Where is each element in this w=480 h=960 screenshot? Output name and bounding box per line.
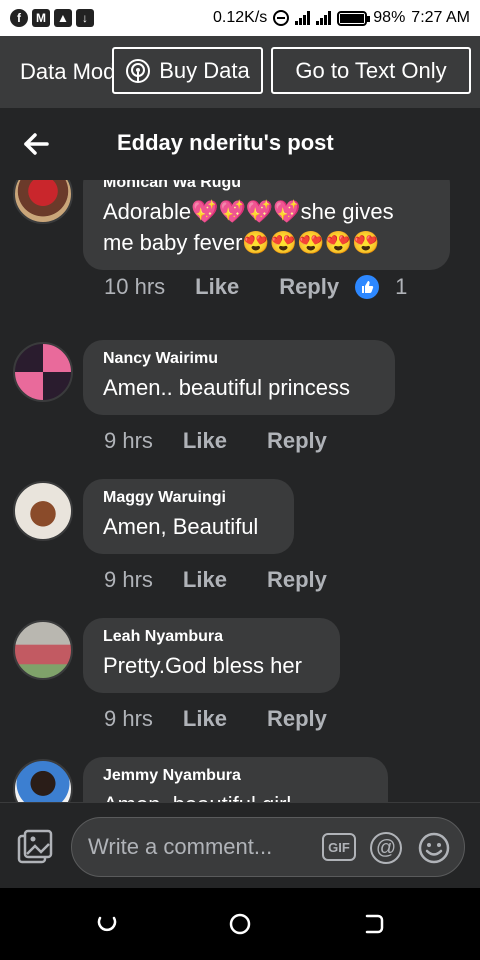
comment-time[interactable]: 9 hrs (104, 567, 153, 593)
comment-text-line-2: me baby fever😍😍😍😍😍 (103, 230, 380, 255)
comment-list: Monicah Wa Rugu Adorable💖💖💖💖she gives me… (0, 180, 480, 802)
gif-icon[interactable]: GIF (322, 833, 356, 861)
download-icon: ↓ (76, 9, 94, 27)
comment-text: Amen, Beautiful (103, 514, 259, 539)
like-button[interactable]: Like (183, 428, 227, 454)
comment-input[interactable]: Write a comment... (71, 817, 465, 877)
like-button[interactable]: Like (183, 567, 227, 593)
comment-time[interactable]: 9 hrs (104, 428, 153, 454)
comment-text: Amen, beautiful girl (103, 789, 368, 802)
back-arrow-icon[interactable] (22, 130, 50, 158)
comment-time[interactable]: 9 hrs (104, 706, 153, 732)
page-title: Edday nderitu's post (117, 130, 334, 155)
avatar[interactable] (13, 481, 73, 541)
avatar[interactable] (13, 620, 73, 680)
gmail-icon: M (32, 9, 50, 27)
comment-author[interactable]: Nancy Wairimu (103, 350, 375, 368)
comment-text: Amen.. beautiful princess (103, 375, 351, 400)
comment-bubble[interactable]: Jemmy Nyambura Amen, beautiful girl (83, 757, 388, 802)
reaction-summary[interactable]: 1 (355, 274, 407, 300)
comment-bubble[interactable]: Maggy Waruingi Amen, Beautiful (83, 479, 294, 554)
comment-author[interactable]: Jemmy Nyambura (103, 767, 368, 785)
comment-time[interactable]: 10 hrs (104, 274, 165, 300)
thumbs-up-icon (355, 275, 380, 299)
comment-bubble[interactable]: Monicah Wa Rugu Adorable💖💖💖💖she gives me… (83, 180, 450, 270)
comment-actions: 9 hrs Like Reply (104, 428, 327, 454)
data-mode-label[interactable]: Data Mode (20, 59, 112, 85)
like-button[interactable]: Like (183, 706, 227, 732)
photo-icon[interactable] (16, 829, 54, 867)
network-speed: 0.12K/s (213, 9, 268, 26)
post-header: Edday nderitu's post (0, 108, 480, 180)
notification-icons: f M ▲ ↓ (10, 9, 94, 27)
reply-button[interactable]: Reply (267, 428, 327, 454)
back-nav-icon[interactable] (362, 912, 386, 936)
text-only-button[interactable]: Go to Text Only (271, 47, 471, 94)
avatar[interactable] (13, 180, 73, 224)
comment-author[interactable]: Monicah Wa Rugu (103, 180, 430, 192)
battery-percent: 98% (373, 9, 406, 26)
text-only-label: Go to Text Only (295, 57, 447, 83)
avatar[interactable] (13, 342, 73, 402)
comment-bubble[interactable]: Nancy Wairimu Amen.. beautiful princess (83, 340, 395, 415)
comment-composer: Write a comment... GIF @ (0, 802, 480, 888)
facebook-icon: f (10, 9, 28, 27)
system-nav-bar (0, 888, 480, 960)
reply-button[interactable]: Reply (267, 706, 327, 732)
system-status: 0.12K/s 98% 7:27 AM (213, 9, 470, 27)
comment-bubble[interactable]: Leah Nyambura Pretty.God bless her (83, 618, 340, 693)
buy-data-label: Buy Data (159, 57, 250, 83)
comment-actions: 9 hrs Like Reply (104, 706, 327, 732)
clock: 7:27 AM (411, 9, 470, 26)
battery-icon (337, 10, 371, 26)
mention-icon[interactable]: @ (370, 832, 402, 864)
comment-text-line-1: Adorable💖💖💖💖she gives (103, 199, 394, 224)
gallery-icon: ▲ (54, 9, 72, 27)
like-button[interactable]: Like (195, 274, 239, 300)
reply-button[interactable]: Reply (279, 274, 339, 300)
comment-author[interactable]: Leah Nyambura (103, 628, 320, 646)
status-bar: f M ▲ ↓ 0.12K/s 98% 7:27 AM (0, 0, 480, 36)
do-not-disturb-icon (273, 10, 290, 26)
broadcast-icon (126, 58, 151, 83)
comment-actions: 9 hrs Like Reply (104, 567, 327, 593)
reply-button[interactable]: Reply (267, 567, 327, 593)
emoji-icon[interactable] (418, 832, 450, 864)
signal-icon (295, 11, 311, 25)
comment-text: Pretty.God bless her (103, 653, 302, 678)
avatar[interactable] (13, 759, 73, 802)
comment-author[interactable]: Maggy Waruingi (103, 489, 274, 507)
signal-2-icon (316, 11, 332, 25)
comment-actions: 10 hrs Like Reply 1 (104, 274, 407, 300)
home-icon[interactable] (228, 912, 252, 936)
buy-data-button[interactable]: Buy Data (112, 47, 263, 94)
reaction-count: 1 (395, 274, 408, 299)
recent-apps-icon[interactable] (95, 912, 119, 936)
data-mode-bar: Data Mode Buy Data Go to Text Only (0, 36, 480, 108)
